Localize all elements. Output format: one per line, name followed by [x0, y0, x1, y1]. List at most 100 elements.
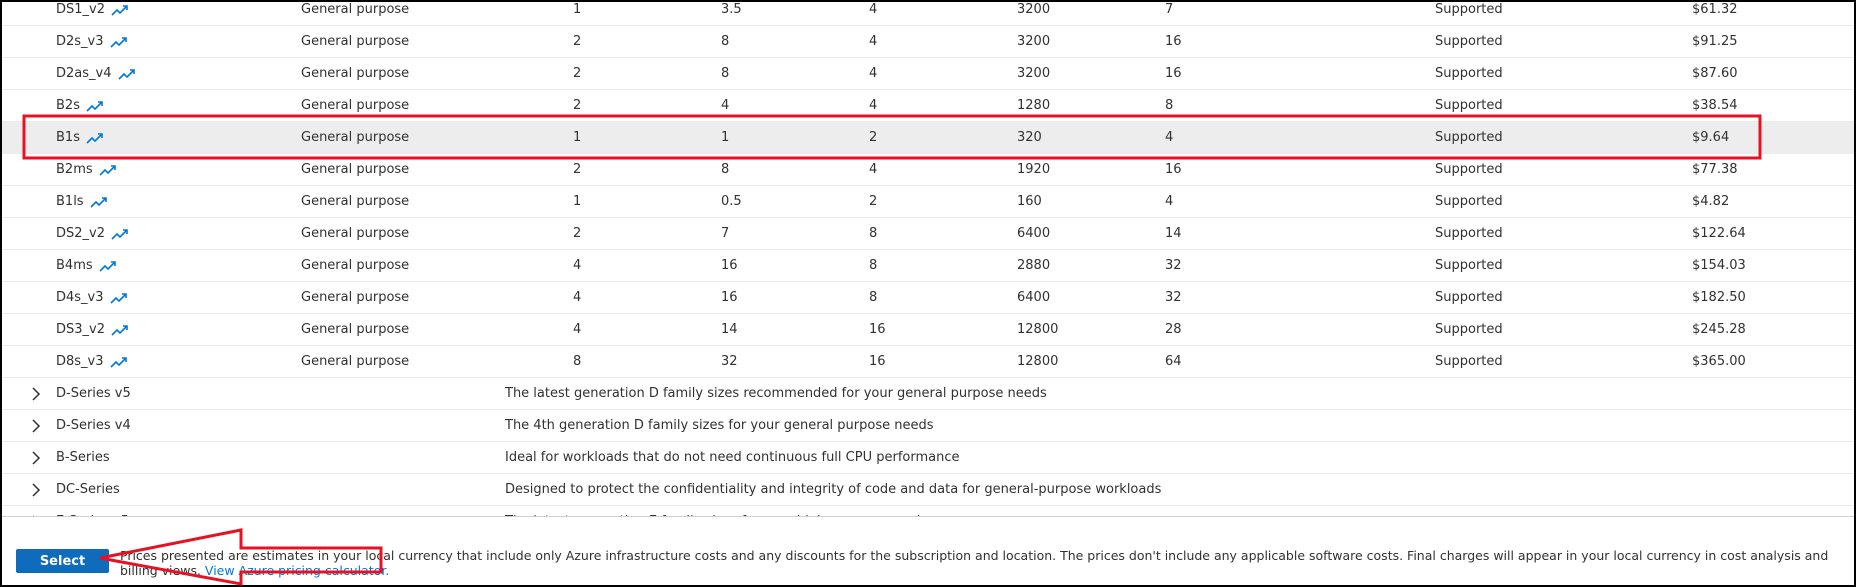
cell-max-iops: 6400 — [1017, 226, 1051, 241]
cell-ram: 32 — [721, 354, 738, 369]
cell-data-disks: 4 — [869, 66, 878, 81]
vm-size-name: B4ms — [56, 250, 117, 282]
series-group-description: The 4th generation D family sizes for yo… — [505, 418, 934, 433]
table-row[interactable]: DS2_v2 General purpose 2 7 8 6400 14 Supported $… — [2, 218, 1854, 250]
vm-size-label: DS2_v2 — [56, 226, 105, 241]
cell-data-disks: 8 — [869, 226, 878, 241]
cell-max-iops: 2880 — [1017, 258, 1051, 273]
cell-vcpus: 1 — [573, 194, 582, 209]
cell-ram: 14 — [721, 322, 738, 337]
trending-up-icon — [86, 132, 104, 144]
table-row[interactable]: D8s_v3 General purpose 8 32 16 12800 64 Support… — [2, 346, 1854, 378]
cell-max-iops: 1920 — [1017, 162, 1051, 177]
cell-cost: $122.64 — [1692, 226, 1746, 241]
cell-ram: 1 — [721, 130, 730, 145]
select-button[interactable]: Select — [16, 549, 109, 573]
cell-cost: $87.60 — [1692, 66, 1738, 81]
cell-type: General purpose — [301, 2, 410, 17]
table-row[interactable]: B2ms General purpose 2 8 4 1920 16 Supported $77… — [2, 154, 1854, 186]
cell-vcpus: 2 — [573, 226, 582, 241]
cell-cost: $365.00 — [1692, 354, 1746, 369]
table-row[interactable]: D2as_v4 General purpose 2 8 4 3200 16 Supported… — [2, 58, 1854, 90]
cell-premium-disk: Supported — [1435, 2, 1503, 17]
cell-temp-storage: 32 — [1165, 258, 1182, 273]
cell-premium-disk: Supported — [1435, 290, 1503, 305]
chevron-right-icon[interactable] — [29, 483, 43, 497]
chevron-right-icon[interactable] — [29, 419, 43, 433]
cell-data-disks: 16 — [869, 322, 886, 337]
cell-data-disks: 4 — [869, 98, 878, 113]
vm-size-label: D4s_v3 — [56, 290, 104, 305]
cell-type: General purpose — [301, 322, 410, 337]
cell-temp-storage: 14 — [1165, 226, 1182, 241]
chevron-right-icon[interactable] — [29, 451, 43, 465]
table-row[interactable]: B1ls General purpose 1 0.5 2 160 4 Supported $4.… — [2, 186, 1854, 218]
vm-size-label: B4ms — [56, 258, 93, 273]
cell-type: General purpose — [301, 226, 410, 241]
cell-vcpus: 2 — [573, 98, 582, 113]
cell-cost: $61.32 — [1692, 2, 1738, 17]
trending-up-icon — [109, 36, 128, 48]
cell-vcpus: 8 — [573, 354, 582, 369]
cell-vcpus: 2 — [573, 66, 582, 81]
cell-cost: $245.28 — [1692, 322, 1746, 337]
table-row[interactable]: D4s_v3 General purpose 4 16 8 6400 32 Supported… — [2, 282, 1854, 314]
series-group-row[interactable]: D-Series v4 The 4th generation D family s… — [2, 410, 1854, 442]
pricing-calculator-link[interactable]: View Azure pricing calculator. — [205, 563, 389, 578]
pricing-notice: Prices presented are estimates in your l… — [120, 548, 1854, 578]
cell-ram: 8 — [721, 66, 730, 81]
vm-size-name: D8s_v3 — [56, 346, 128, 378]
cell-premium-disk: Supported — [1435, 66, 1503, 81]
cell-max-iops: 320 — [1017, 130, 1042, 145]
cell-max-iops: 160 — [1017, 194, 1042, 209]
cell-type: General purpose — [301, 130, 410, 145]
cell-data-disks: 4 — [869, 34, 878, 49]
trending-up-icon — [86, 100, 104, 112]
table-row[interactable]: B1s General purpose 1 1 2 320 4 Supported $9.64 — [2, 122, 1854, 154]
vm-size-table: DS1_v2 General purpose 1 3.5 4 3200 7 Supported… — [2, 2, 1854, 538]
table-row[interactable]: DS3_v2 General purpose 4 14 16 12800 28 Support… — [2, 314, 1854, 346]
cell-temp-storage: 28 — [1165, 322, 1182, 337]
cell-data-disks: 2 — [869, 130, 878, 145]
trending-up-icon — [111, 228, 129, 240]
cell-ram: 3.5 — [721, 2, 742, 17]
series-group-description: The latest generation D family sizes rec… — [505, 386, 1047, 401]
table-row[interactable]: B2s General purpose 2 4 4 1280 8 Supported $38.5… — [2, 90, 1854, 122]
cell-premium-disk: Supported — [1435, 354, 1503, 369]
table-row[interactable]: DS1_v2 General purpose 1 3.5 4 3200 7 Supported… — [2, 2, 1854, 26]
vm-size-label: B2s — [56, 98, 80, 113]
cell-premium-disk: Supported — [1435, 34, 1503, 49]
vm-size-name: D4s_v3 — [56, 282, 128, 314]
cell-data-disks: 4 — [869, 2, 878, 17]
vm-size-name: B2s — [56, 90, 104, 122]
cell-cost: $154.03 — [1692, 258, 1746, 273]
cell-cost: $182.50 — [1692, 290, 1746, 305]
cell-type: General purpose — [301, 66, 410, 81]
vm-size-label: B2ms — [56, 162, 93, 177]
trending-up-icon — [90, 196, 108, 208]
vm-size-name: DS1_v2 — [56, 2, 129, 26]
series-group-row[interactable]: DC-Series Designed to protect the confide… — [2, 474, 1854, 506]
cell-vcpus: 4 — [573, 258, 582, 273]
trending-up-icon — [99, 260, 117, 272]
cell-type: General purpose — [301, 34, 410, 49]
cell-data-disks: 8 — [869, 290, 878, 305]
cell-vcpus: 4 — [573, 322, 582, 337]
cell-cost: $4.82 — [1692, 194, 1730, 209]
chevron-right-icon[interactable] — [29, 387, 43, 401]
series-group-name: DC-Series — [56, 482, 120, 497]
vm-size-name: D2s_v3 — [56, 26, 128, 58]
cell-type: General purpose — [301, 194, 410, 209]
cell-premium-disk: Supported — [1435, 98, 1503, 113]
series-group-row[interactable]: B-Series Ideal for workloads that do not … — [2, 442, 1854, 474]
cell-max-iops: 3200 — [1017, 34, 1051, 49]
trending-up-icon — [99, 164, 117, 176]
vm-size-name: B1s — [56, 122, 104, 154]
table-row[interactable]: D2s_v3 General purpose 2 8 4 3200 16 Supported $… — [2, 26, 1854, 58]
series-group-row[interactable]: D-Series v5 The latest generation D famil… — [2, 378, 1854, 410]
cell-type: General purpose — [301, 98, 410, 113]
series-group-name: D-Series v5 — [56, 386, 131, 401]
cell-cost: $91.25 — [1692, 34, 1738, 49]
cell-type: General purpose — [301, 162, 410, 177]
table-row[interactable]: B4ms General purpose 4 16 8 2880 32 Supported $1… — [2, 250, 1854, 282]
